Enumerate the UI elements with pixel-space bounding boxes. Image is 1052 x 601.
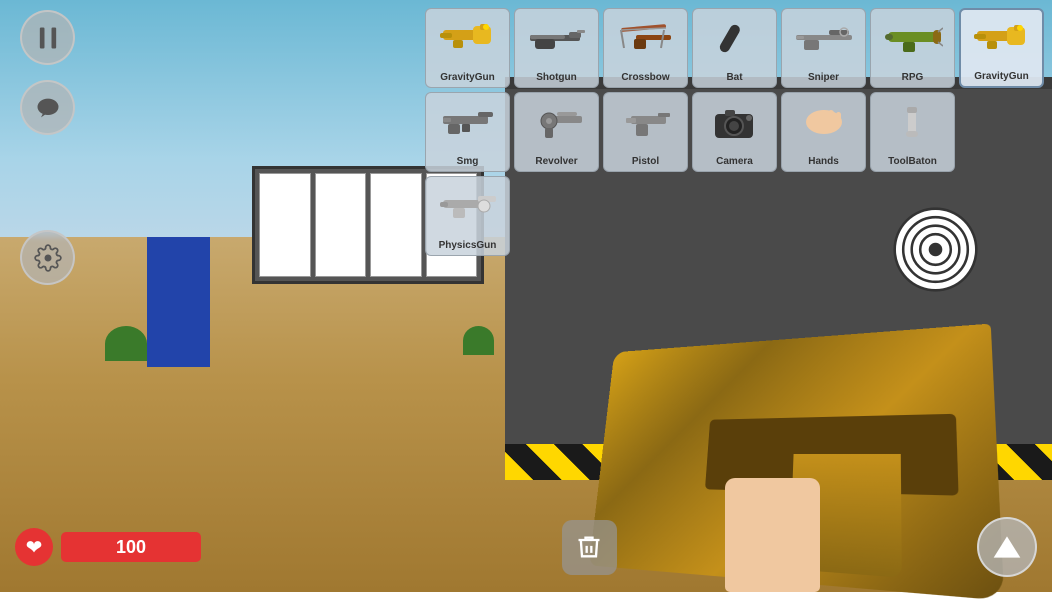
health-bar: 100 bbox=[61, 532, 201, 562]
weapon-icon-gravity-gun-2 bbox=[972, 16, 1032, 61]
weapon-icon-pistol bbox=[616, 99, 676, 144]
weapon-label-revolver: Revolver bbox=[535, 156, 577, 167]
weapon-bat[interactable]: Bat bbox=[692, 8, 777, 88]
weapon-icon-physics-gun bbox=[438, 183, 498, 228]
weapon-label-gravity-gun-2: GravityGun bbox=[974, 71, 1028, 82]
weapon-label-sniper: Sniper bbox=[808, 72, 839, 83]
weapon-revolver[interactable]: Revolver bbox=[514, 92, 599, 172]
settings-button[interactable] bbox=[20, 230, 75, 285]
weapon-icon-tool-baton bbox=[883, 99, 943, 144]
weapon-label-smg: Smg bbox=[457, 156, 479, 167]
weapon-label-bat: Bat bbox=[726, 72, 742, 83]
weapon-gravity-gun-2[interactable]: GravityGun bbox=[959, 8, 1044, 88]
weapon-icon-gravity-gun-1 bbox=[438, 15, 498, 60]
weapon-smg[interactable]: Smg bbox=[425, 92, 510, 172]
bottom-ui: ❤ 100 bbox=[15, 517, 1037, 577]
weapon-label-camera: Camera bbox=[716, 156, 753, 167]
weapon-icon-camera bbox=[705, 99, 765, 144]
weapon-grid: GravityGun Shotgun Crossbow bbox=[425, 8, 1044, 256]
weapon-pistol[interactable]: Pistol bbox=[603, 92, 688, 172]
up-button[interactable] bbox=[977, 517, 1037, 577]
health-container: ❤ 100 bbox=[15, 528, 201, 566]
weapon-label-hands: Hands bbox=[808, 156, 839, 167]
weapon-sniper[interactable]: Sniper bbox=[781, 8, 866, 88]
weapon-tool-baton[interactable]: ToolBaton bbox=[870, 92, 955, 172]
weapon-label-physics-gun: PhysicsGun bbox=[439, 240, 497, 251]
weapon-icon-smg bbox=[438, 99, 498, 144]
weapon-label-crossbow: Crossbow bbox=[621, 72, 669, 83]
grid-spacer-1 bbox=[959, 92, 1044, 172]
health-value: 100 bbox=[116, 537, 146, 558]
pause-button[interactable] bbox=[20, 10, 75, 65]
left-controls bbox=[20, 10, 75, 285]
weapon-label-rpg: RPG bbox=[902, 72, 924, 83]
weapon-icon-revolver bbox=[527, 99, 587, 144]
weapon-gravity-gun-1[interactable]: GravityGun bbox=[425, 8, 510, 88]
weapon-camera[interactable]: Camera bbox=[692, 92, 777, 172]
plant-left bbox=[105, 326, 147, 362]
weapon-icon-shotgun bbox=[527, 15, 587, 60]
weapon-icon-sniper bbox=[794, 15, 854, 60]
weapon-shotgun[interactable]: Shotgun bbox=[514, 8, 599, 88]
plant-right bbox=[463, 326, 495, 356]
weapon-rpg[interactable]: RPG bbox=[870, 8, 955, 88]
weapon-label-pistol: Pistol bbox=[632, 156, 659, 167]
weapon-crossbow[interactable]: Crossbow bbox=[603, 8, 688, 88]
weapon-icon-hands bbox=[794, 99, 854, 144]
blue-kiosk bbox=[147, 237, 210, 367]
weapon-hands[interactable]: Hands bbox=[781, 92, 866, 172]
weapon-label-shotgun: Shotgun bbox=[536, 72, 577, 83]
weapon-label-tool-baton: ToolBaton bbox=[888, 156, 937, 167]
weapon-icon-crossbow bbox=[616, 15, 676, 60]
weapon-icon-bat bbox=[705, 15, 765, 60]
health-heart-icon: ❤ bbox=[15, 528, 53, 566]
chat-button[interactable] bbox=[20, 80, 75, 135]
weapon-icon-rpg bbox=[883, 15, 943, 60]
weapon-physics-gun[interactable]: PhysicsGun bbox=[425, 176, 510, 256]
trash-button[interactable] bbox=[562, 520, 617, 575]
weapon-label-gravity-gun-1: GravityGun bbox=[440, 72, 494, 83]
